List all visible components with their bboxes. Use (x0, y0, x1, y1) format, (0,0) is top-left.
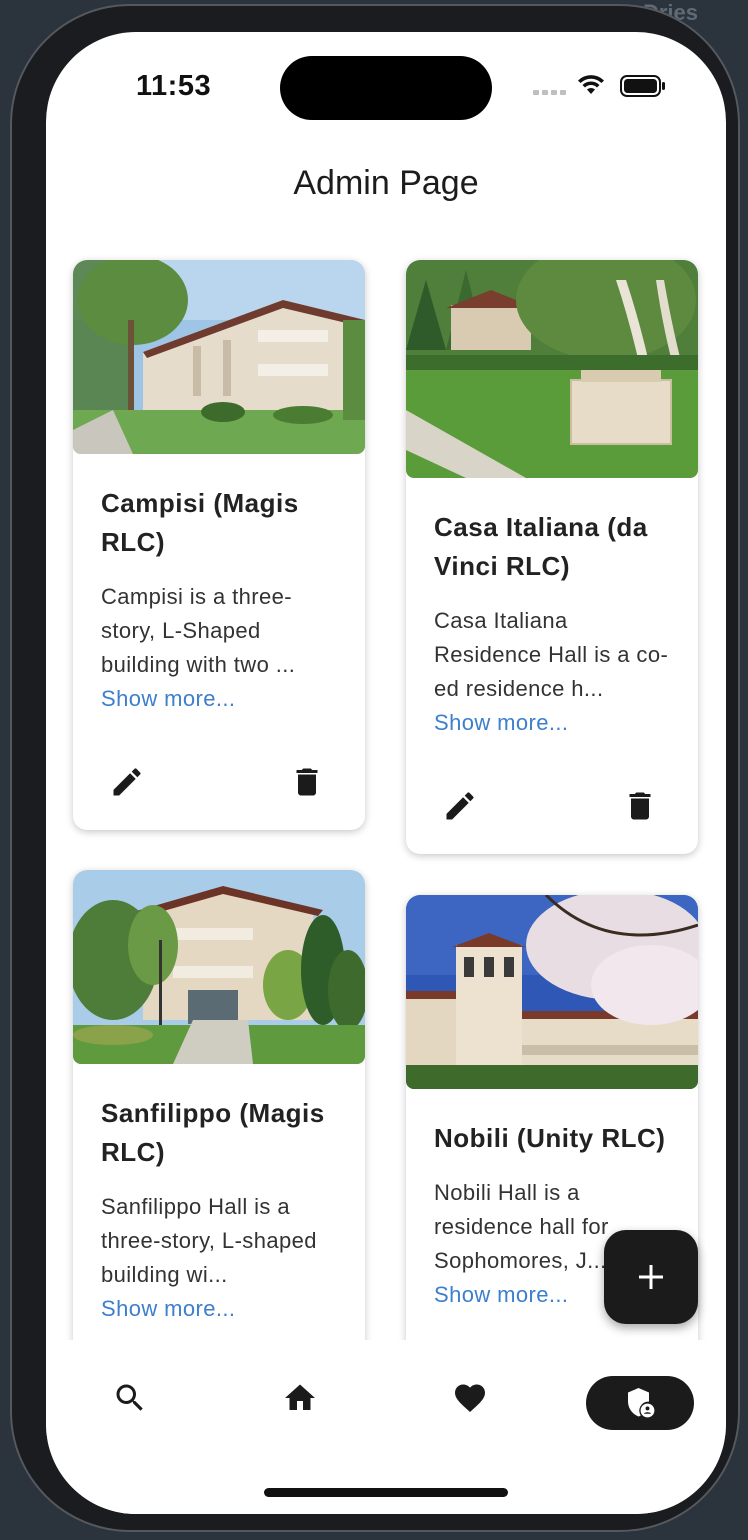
edit-icon[interactable] (109, 764, 145, 800)
show-more-link[interactable]: Show more... (101, 682, 337, 716)
dorm-card[interactable]: Sanfilippo (Magis RLC) Sanfilippo Hall i… (73, 870, 365, 1390)
dorm-card[interactable]: Campisi (Magis RLC) Campisi is a three-s… (73, 260, 365, 830)
dorm-card[interactable]: Casa Italiana (da Vinci RLC) Casa Italia… (406, 260, 698, 854)
show-more-link[interactable]: Show more... (434, 706, 670, 740)
dorm-photo (73, 260, 365, 454)
dynamic-island (280, 56, 492, 120)
dorm-photo (406, 260, 698, 478)
delete-icon[interactable] (622, 788, 658, 824)
page-title: Admin Page (293, 164, 479, 202)
dorm-name: Sanfilippo (Magis RLC) (101, 1098, 325, 1167)
add-dorm-button[interactable] (604, 1230, 698, 1324)
card-actions (73, 764, 365, 804)
dorm-description: Casa Italiana Residence Hall is a co-ed … (434, 608, 669, 701)
status-bar: 11:53 (46, 32, 726, 142)
dorm-photo (406, 895, 698, 1089)
nav-item-admin[interactable] (586, 1376, 694, 1430)
heart-icon[interactable] (452, 1380, 488, 1416)
dorm-name: Campisi (Magis RLC) (101, 488, 299, 557)
plus-icon (639, 1265, 663, 1289)
phone-frame: 11:53 Admin Page Campisi (Magis RLC) Cam… (10, 4, 740, 1532)
home-indicator (264, 1488, 508, 1497)
card-actions (406, 788, 698, 828)
home-icon[interactable] (282, 1380, 318, 1416)
wifi-icon (578, 75, 604, 94)
app-screen: 11:53 Admin Page Campisi (Magis RLC) Cam… (46, 32, 726, 1514)
status-time: 11:53 (136, 70, 212, 102)
dorm-name: Nobili (Unity RLC) (434, 1123, 666, 1153)
delete-icon[interactable] (289, 764, 325, 800)
dorm-description: Campisi is a three-story, L-Shaped build… (101, 584, 296, 677)
dorm-photo (73, 870, 365, 1064)
dorm-name: Casa Italiana (da Vinci RLC) (434, 512, 648, 581)
dorm-description: Sanfilippo Hall is a three-story, L-shap… (101, 1194, 317, 1287)
admin-shield-icon (628, 1388, 655, 1418)
cellular-signal-icon (533, 90, 566, 95)
battery-icon (620, 75, 665, 97)
edit-icon[interactable] (442, 788, 478, 824)
show-more-link[interactable]: Show more... (101, 1292, 337, 1326)
search-icon[interactable] (112, 1380, 148, 1416)
